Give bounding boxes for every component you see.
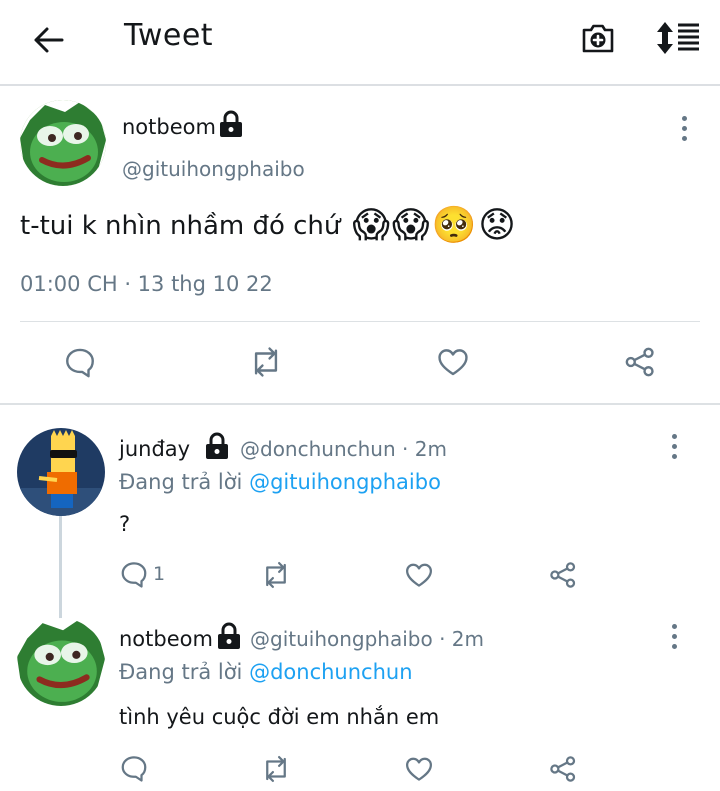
share-icon [550,756,576,782]
reply-avatar[interactable] [17,618,105,706]
page-title: Tweet [124,18,214,53]
more-options-icon[interactable] [676,108,692,148]
share-button[interactable] [546,559,580,591]
section-divider [0,403,720,405]
author-name[interactable]: notbeom [122,115,216,139]
replying-to-handle[interactable]: @donchunchun [249,660,412,684]
pepe-frog-avatar-image [20,100,106,186]
top-bar: Tweet [0,0,720,86]
replying-to: Đang trả lời @gituihongphaibo [119,470,441,494]
reply-author-name[interactable]: junđay [119,437,190,461]
share-button[interactable] [618,340,662,384]
heart-icon [406,563,432,587]
retweet-icon [266,756,286,782]
replying-to-label: Đang trả lời [119,470,243,494]
emoji-worried-face: 😟 [478,205,516,246]
sort-list-icon [657,22,699,54]
reply-button[interactable] [58,340,102,384]
thread-line [59,516,62,620]
emoji-face-screaming: 😱 [391,205,430,246]
reply-handle[interactable]: @donchunchun [240,437,396,461]
comment-icon [66,348,94,378]
comment-icon [121,756,147,782]
replying-to-handle[interactable]: @gituihongphaibo [249,470,441,494]
retweet-button[interactable] [258,753,294,785]
lock-icon [215,622,243,654]
retweet-button[interactable] [244,340,288,384]
pepe-frog-avatar-image [17,618,105,706]
lock-icon [217,110,245,142]
lock-icon [203,432,231,464]
replying-to: Đang trả lời @donchunchun [119,660,413,684]
tweet-timestamp: 01:00 CH · 13 thg 10 22 [20,272,273,296]
divider [20,321,700,322]
reply-count: 1 [153,563,166,585]
bart-avatar-image [17,428,105,516]
reply-text: tình yêu cuộc đời em nhắn em [119,705,440,729]
reply-handle[interactable]: @gituihongphaibo [250,627,433,651]
reply-avatar[interactable] [17,428,105,516]
reply-author-handle: @gituihongphaibo · 2m [250,627,484,651]
share-icon [550,562,576,588]
like-button[interactable] [431,340,475,384]
reply-time: · 2m [402,437,447,461]
tweet-text-body: t-tui k nhìn nhầm đó chứ [20,211,341,241]
replying-to-label: Đang trả lời [119,660,243,684]
retweet-icon [266,562,286,588]
retweet-button[interactable] [258,559,294,591]
reply-author-name[interactable]: notbeom [119,627,213,651]
tweet-text: t-tui k nhìn nhầm đó chứ 😱 😱 🥺 😟 [20,206,516,246]
reply-count-group[interactable]: 1 [119,559,165,589]
share-icon [625,347,654,377]
heart-icon [406,757,432,781]
back-button[interactable] [26,20,70,60]
reply-text: ? [119,512,131,536]
author-avatar[interactable] [20,100,106,186]
more-options-icon[interactable] [666,616,682,656]
like-button[interactable] [402,753,436,785]
emoji-face-screaming: 😱 [352,205,390,246]
sort-button[interactable] [652,14,704,62]
reply-count-group[interactable] [119,753,153,783]
more-options-icon[interactable] [666,426,682,466]
heart-icon [438,349,468,376]
camera-button[interactable] [576,16,620,60]
reply-author-handle: @donchunchun · 2m [240,437,447,461]
retweet-icon [254,347,278,377]
author-handle[interactable]: @gituihongphaibo [122,157,305,181]
reply-time: · 2m [439,627,485,651]
share-button[interactable] [546,753,580,785]
emoji-pleading-face: 🥺 [431,205,477,246]
arrow-left-icon [34,27,64,53]
camera-plus-icon [582,24,614,53]
like-button[interactable] [402,559,436,591]
comment-icon [121,562,147,588]
